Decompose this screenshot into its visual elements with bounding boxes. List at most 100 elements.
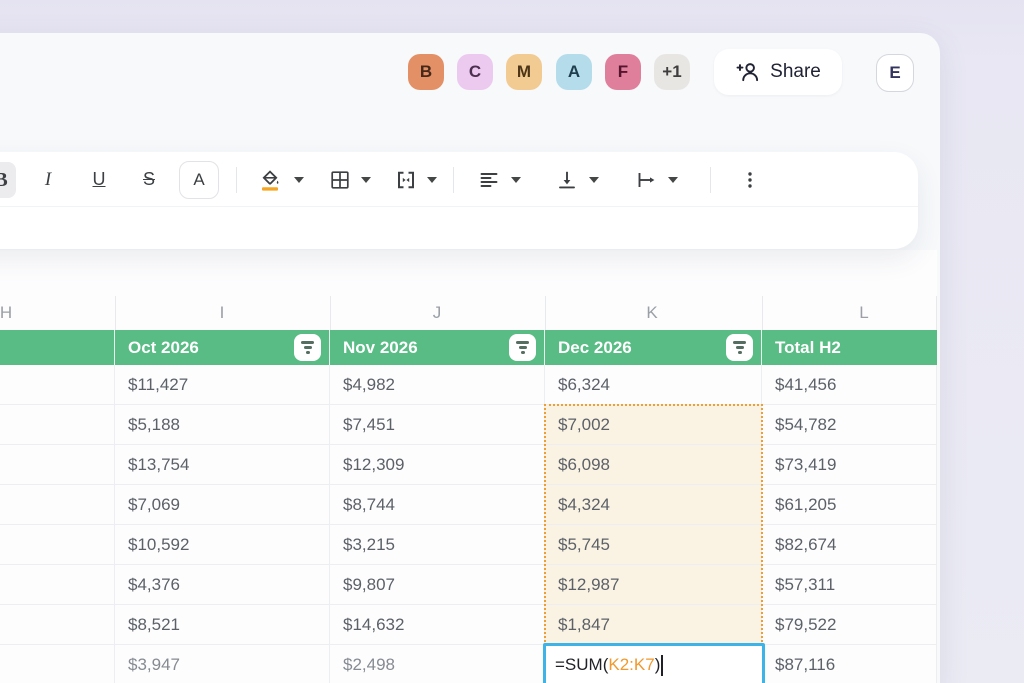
horizontal-align-button[interactable]: [477, 152, 501, 207]
cell[interactable]: $57,311: [762, 565, 937, 605]
cell[interactable]: $13,754: [115, 445, 330, 485]
borders-button[interactable]: [328, 152, 352, 207]
cell[interactable]: [0, 565, 115, 605]
avatar[interactable]: C: [457, 54, 493, 90]
header-label: Dec 2026: [558, 338, 632, 358]
add-person-icon: [735, 59, 761, 85]
cell[interactable]: $8,744: [330, 485, 545, 525]
cell[interactable]: $87,116: [762, 645, 937, 683]
cell[interactable]: $41,456: [762, 365, 937, 405]
avatar[interactable]: A: [556, 54, 592, 90]
fill-color-dropdown-caret[interactable]: [294, 177, 304, 183]
text-wrap-dropdown-caret[interactable]: [668, 177, 678, 183]
filter-icon[interactable]: [509, 334, 536, 361]
underline-button[interactable]: U: [84, 152, 114, 207]
header-cell[interactable]: Dec 2026: [545, 330, 762, 365]
share-label: Share: [770, 61, 821, 83]
header-label: Oct 2026: [128, 338, 199, 358]
cell[interactable]: $11,427: [115, 365, 330, 405]
filter-icon[interactable]: [726, 334, 753, 361]
cell[interactable]: $12,309: [330, 445, 545, 485]
header-cell[interactable]: Total H2: [762, 330, 937, 365]
column-letters-row: H I J K L: [0, 288, 937, 330]
active-formula-cell[interactable]: =SUM(K2:K7): [543, 643, 765, 683]
column-divider: [330, 296, 331, 330]
cell[interactable]: $61,205: [762, 485, 937, 525]
cell-selected[interactable]: $6,098: [545, 445, 762, 485]
share-button[interactable]: Share: [714, 49, 842, 95]
cell-selected[interactable]: $7,002: [545, 405, 762, 445]
filter-icon[interactable]: [294, 334, 321, 361]
data-grid: $11,427 $4,982 $6,324 $41,456 $5,188 $7,…: [0, 365, 937, 683]
cell[interactable]: $5,188: [115, 405, 330, 445]
cell[interactable]: $2,498: [330, 645, 545, 683]
column-header-L[interactable]: L: [859, 303, 868, 323]
cell-selected[interactable]: $12,987: [545, 565, 762, 605]
strikethrough-button[interactable]: S: [134, 152, 164, 207]
merge-cells-button[interactable]: [394, 152, 418, 207]
text-wrap-button[interactable]: [634, 152, 658, 207]
column-divider: [545, 296, 546, 330]
cell[interactable]: $6,324: [545, 365, 762, 405]
cell[interactable]: [0, 645, 115, 683]
text-color-button[interactable]: A: [179, 161, 219, 199]
more-options-button[interactable]: [740, 152, 760, 207]
column-header-H[interactable]: H: [0, 303, 12, 323]
column-divider: [936, 296, 937, 330]
cell[interactable]: $14,632: [330, 605, 545, 645]
cell[interactable]: $8,521: [115, 605, 330, 645]
italic-button[interactable]: I: [33, 152, 63, 207]
cell[interactable]: $9,807: [330, 565, 545, 605]
header-cell[interactable]: Oct 2026: [115, 330, 330, 365]
header-cell[interactable]: [0, 330, 115, 365]
avatar[interactable]: M: [506, 54, 542, 90]
column-header-J[interactable]: J: [433, 303, 442, 323]
toolbar-divider: [236, 167, 237, 193]
horizontal-align-dropdown-caret[interactable]: [511, 177, 521, 183]
current-user-avatar[interactable]: E: [876, 54, 914, 92]
column-header-K[interactable]: K: [646, 303, 657, 323]
vertical-align-button[interactable]: [555, 152, 579, 207]
formatting-toolbar: B I U S A: [0, 152, 918, 249]
cell[interactable]: $7,451: [330, 405, 545, 445]
header-label: Nov 2026: [343, 338, 418, 358]
toolbar-divider: [710, 167, 711, 193]
cell[interactable]: $10,592: [115, 525, 330, 565]
avatar-overflow-badge[interactable]: +1: [654, 54, 690, 90]
desktop: B C M A F +1 Share E B I U S A: [0, 0, 1024, 683]
cell[interactable]: $79,522: [762, 605, 937, 645]
cell[interactable]: $82,674: [762, 525, 937, 565]
cell-selected[interactable]: $4,324: [545, 485, 762, 525]
merge-cells-dropdown-caret[interactable]: [427, 177, 437, 183]
cell[interactable]: $4,982: [330, 365, 545, 405]
avatar[interactable]: F: [605, 54, 641, 90]
header-label: Total H2: [775, 338, 841, 358]
avatar[interactable]: B: [408, 54, 444, 90]
formula-prefix: =SUM(: [555, 655, 608, 675]
cell[interactable]: [0, 365, 115, 405]
cell-selected[interactable]: $1,847: [545, 605, 762, 645]
toolbar-row: B I U S A: [0, 152, 918, 207]
cell[interactable]: $4,376: [115, 565, 330, 605]
column-header-I[interactable]: I: [220, 303, 225, 323]
text-cursor: [661, 655, 663, 676]
cell[interactable]: $3,947: [115, 645, 330, 683]
cell[interactable]: $73,419: [762, 445, 937, 485]
table-header-row: Oct 2026 Nov 2026 Dec 2026 Total H2: [0, 330, 937, 365]
cell[interactable]: $54,782: [762, 405, 937, 445]
borders-dropdown-caret[interactable]: [361, 177, 371, 183]
cell-selected[interactable]: $5,745: [545, 525, 762, 565]
vertical-align-dropdown-caret[interactable]: [589, 177, 599, 183]
header-cell[interactable]: Nov 2026: [330, 330, 545, 365]
fill-color-button[interactable]: [258, 152, 282, 207]
cell[interactable]: $3,215: [330, 525, 545, 565]
formula-range: K2:K7: [608, 655, 654, 675]
cell[interactable]: [0, 485, 115, 525]
cell[interactable]: [0, 445, 115, 485]
cell[interactable]: $7,069: [115, 485, 330, 525]
bold-button[interactable]: B: [0, 162, 16, 198]
formula-suffix: ): [655, 655, 661, 675]
cell[interactable]: [0, 605, 115, 645]
cell[interactable]: [0, 525, 115, 565]
cell[interactable]: [0, 405, 115, 445]
